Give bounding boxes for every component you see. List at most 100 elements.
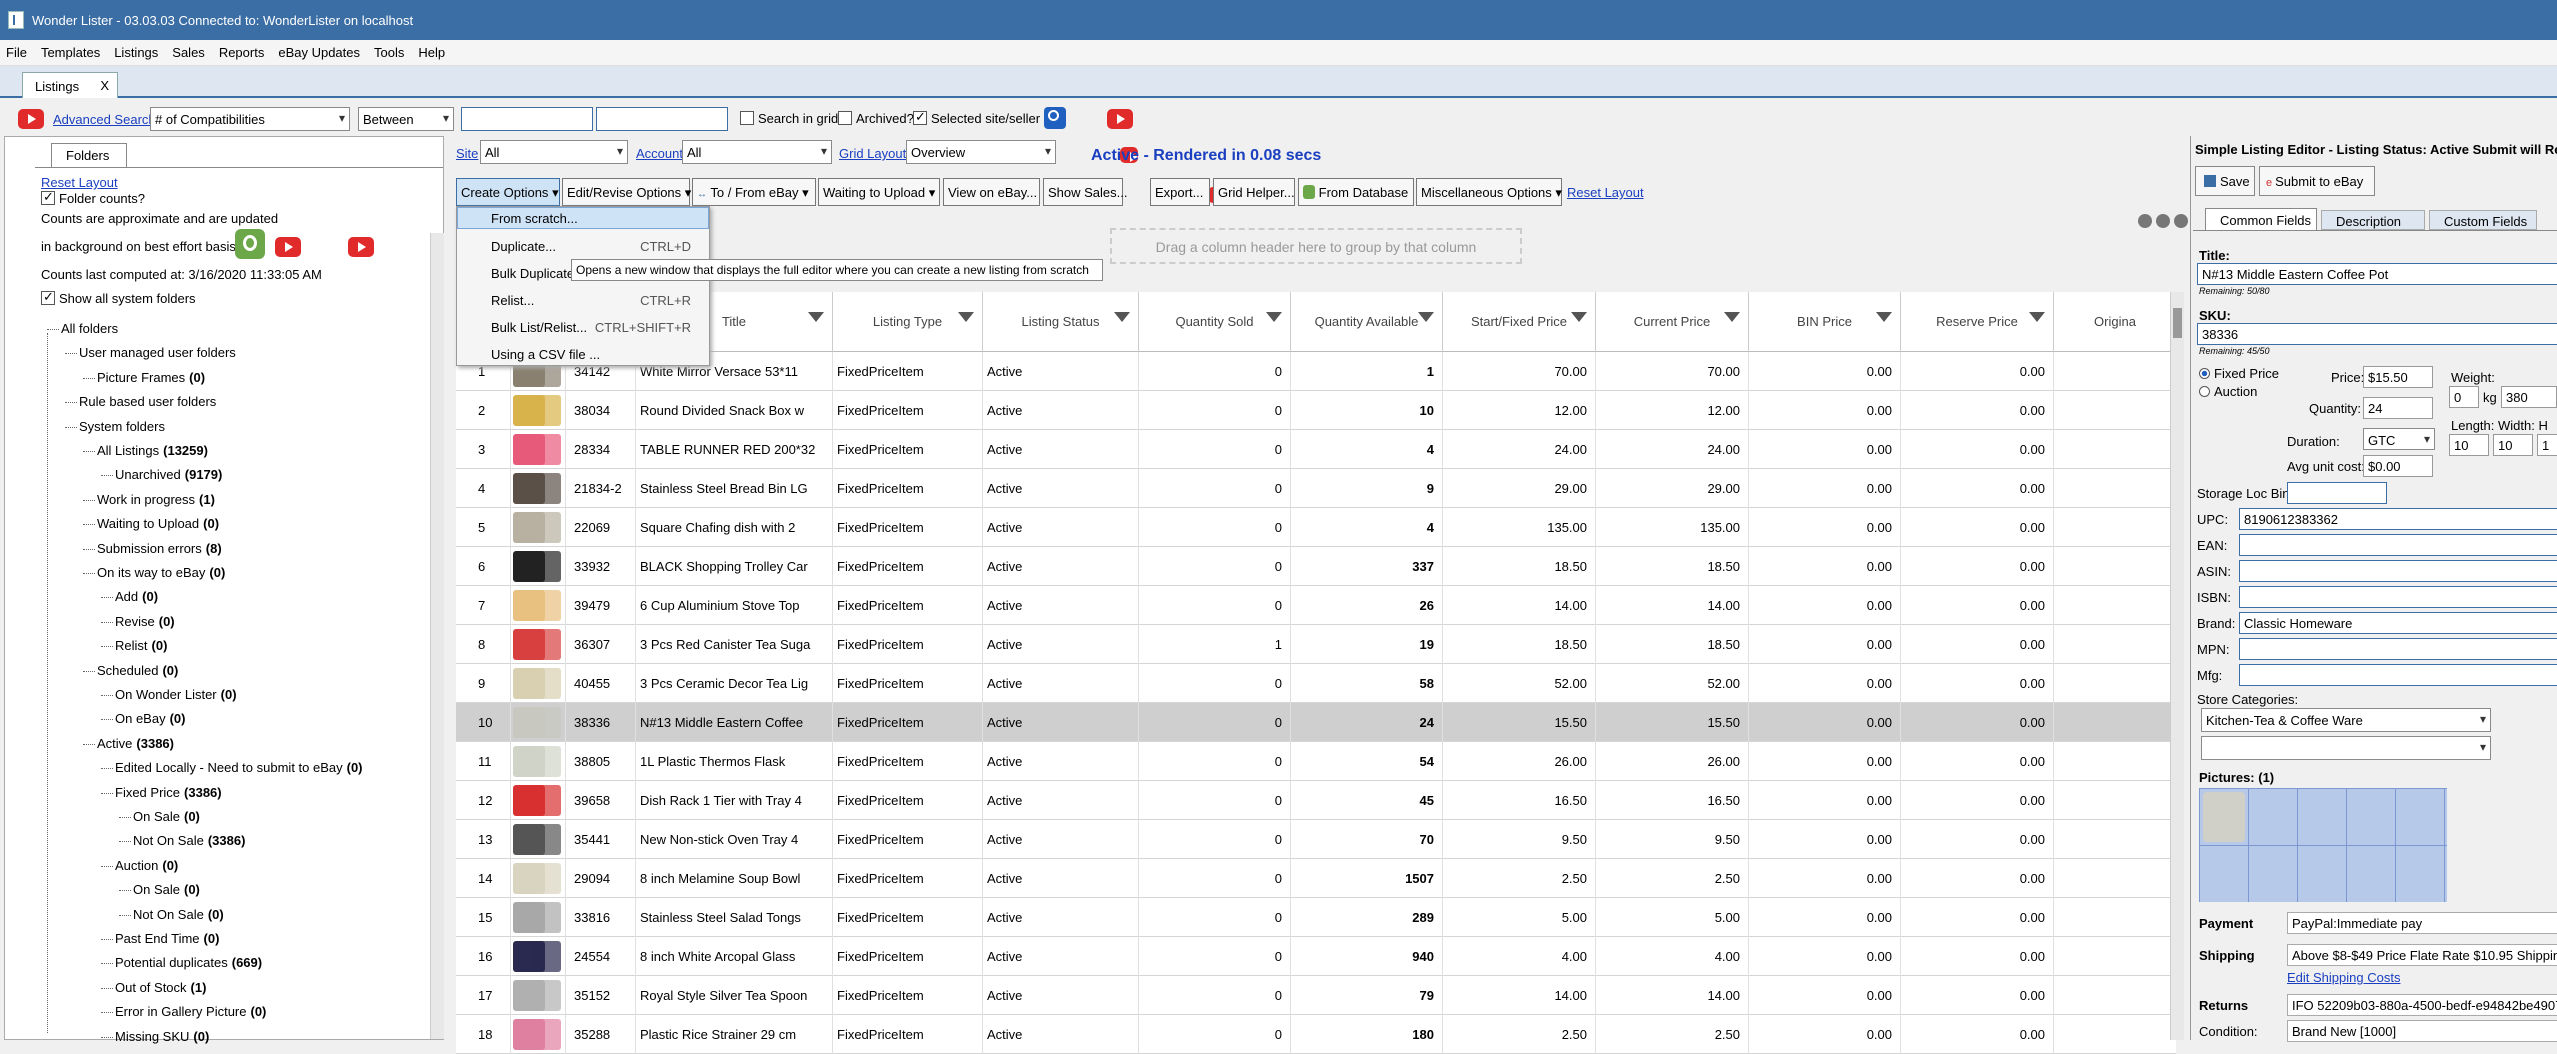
- tab-description[interactable]: Description: [2321, 210, 2425, 230]
- search-value-from-input[interactable]: [461, 107, 593, 131]
- width-input[interactable]: 10: [2493, 434, 2533, 456]
- filter-icon[interactable]: [1266, 312, 1282, 322]
- store-category-2-select[interactable]: [2201, 736, 2491, 760]
- folder-tree-item[interactable]: Potential duplicates (669): [115, 955, 262, 970]
- fixed-price-radio[interactable]: Fixed Price: [2199, 366, 2279, 381]
- height-input[interactable]: 1: [2537, 434, 2557, 456]
- folder-tree-item[interactable]: Add (0): [115, 589, 158, 604]
- column-header-reserve-price[interactable]: Reserve Price: [1901, 292, 2054, 352]
- search-button[interactable]: [1044, 107, 1066, 129]
- upc-input[interactable]: 8190612383362: [2239, 508, 2557, 530]
- payment-field[interactable]: PayPal:Immediate pay: [2287, 912, 2557, 934]
- length-input[interactable]: 10: [2449, 434, 2489, 456]
- table-row[interactable]: 9 40455 3 Pcs Ceramic Decor Tea Lig FixedPr…: [456, 664, 2176, 703]
- folder-tree-item[interactable]: All Listings (13259): [97, 443, 208, 458]
- table-row[interactable]: 2 38034 Round Divided Snack Box w FixedPric…: [456, 391, 2176, 430]
- folder-tree-item[interactable]: Out of Stock (1): [115, 980, 206, 995]
- account-link[interactable]: Account: [636, 146, 683, 161]
- folder-tree-item[interactable]: Revise (0): [115, 614, 175, 629]
- column-header-bin-price[interactable]: BIN Price: [1749, 292, 1901, 352]
- table-row[interactable]: 12 39658 Dish Rack 1 Tier with Tray 4 Fixed…: [456, 781, 2176, 820]
- column-header-quantity-sold[interactable]: Quantity Sold: [1139, 292, 1291, 352]
- folder-tree-item[interactable]: Error in Gallery Picture (0): [115, 1004, 266, 1019]
- group-by-drop-area[interactable]: Drag a column header here to group by th…: [1110, 228, 1522, 264]
- returns-field[interactable]: IFO 52209b03-880a-4500-bedf-e94842be4907: [2287, 994, 2557, 1016]
- table-row[interactable]: 18 35288 Plastic Rice Strainer 29 cm FixedP…: [456, 1015, 2176, 1054]
- asin-input[interactable]: [2239, 560, 2557, 582]
- folder-tree-item[interactable]: On Sale (0): [133, 882, 200, 897]
- tab-common-fields[interactable]: Common Fields: [2205, 208, 2317, 230]
- view-on-ebay-button[interactable]: View on eBay...: [943, 178, 1040, 206]
- account-select[interactable]: All: [682, 140, 832, 164]
- menu-templates[interactable]: Templates: [41, 45, 100, 60]
- folder-tree-item[interactable]: Waiting to Upload (0): [97, 516, 219, 531]
- filter-icon[interactable]: [2029, 312, 2045, 322]
- pictures-grid[interactable]: [2199, 788, 2447, 902]
- column-header-quantity-available[interactable]: Quantity Available: [1291, 292, 1443, 352]
- menu-file[interactable]: File: [6, 45, 27, 60]
- folder-tree-item[interactable]: On Sale (0): [133, 809, 200, 824]
- reset-layout-grid-link[interactable]: Reset Layout: [1567, 185, 1644, 200]
- ean-input[interactable]: [2239, 534, 2557, 556]
- folder-tree-item[interactable]: Scheduled (0): [97, 663, 178, 678]
- weight-kg-input[interactable]: 0: [2449, 386, 2479, 408]
- folders-scrollbar[interactable]: [430, 233, 444, 1039]
- filter-icon[interactable]: [808, 312, 824, 322]
- folder-tree-item[interactable]: Active (3386): [97, 736, 174, 751]
- table-row[interactable]: 8 36307 3 Pcs Red Canister Tea Suga FixedPr…: [456, 625, 2176, 664]
- search-value-to-input[interactable]: [596, 107, 728, 131]
- folder-tree-item[interactable]: User managed user folders: [79, 345, 240, 360]
- table-row[interactable]: 5 22069 Square Chafing dish with 2 FixedPri…: [456, 508, 2176, 547]
- column-header-listing-type[interactable]: Listing Type: [833, 292, 983, 352]
- advanced-search-link[interactable]: Advanced Search: [53, 112, 156, 127]
- brand-input[interactable]: Classic Homeware: [2239, 612, 2557, 634]
- folder-tree-item[interactable]: System folders: [79, 419, 169, 434]
- picture-thumbnail[interactable]: [2203, 792, 2245, 842]
- table-row[interactable]: 15 33816 Stainless Steel Salad Tongs FixedP…: [456, 898, 2176, 937]
- folder-tree-item[interactable]: Rule based user folders: [79, 394, 220, 409]
- folder-tree-item[interactable]: Not On Sale (0): [133, 907, 224, 922]
- filter-icon[interactable]: [1876, 312, 1892, 322]
- save-button[interactable]: Save: [2195, 166, 2255, 196]
- menu-item-csv[interactable]: Using a CSV file ...: [491, 347, 600, 362]
- submit-to-ebay-button[interactable]: e Submit to eBay: [2259, 166, 2375, 196]
- grid-scrollbar[interactable]: [2170, 292, 2184, 1040]
- miscellaneous-options-button[interactable]: Miscellaneous Options ▾: [1416, 178, 1562, 206]
- grid-layout-select[interactable]: Overview: [906, 140, 1056, 164]
- close-icon[interactable]: X: [100, 78, 109, 93]
- tab-folders[interactable]: Folders: [51, 143, 127, 167]
- grid-helper-button[interactable]: Grid Helper...: [1213, 178, 1295, 206]
- folder-tree-item[interactable]: Edited Locally - Need to submit to eBay(…: [115, 760, 363, 775]
- menu-listings[interactable]: Listings: [114, 45, 158, 60]
- refresh-counts-icon[interactable]: [235, 229, 265, 259]
- edit-shipping-costs-link[interactable]: Edit Shipping Costs: [2287, 970, 2400, 985]
- menu-tools[interactable]: Tools: [374, 45, 404, 60]
- table-row[interactable]: 3 28334 TABLE RUNNER RED 200*32 FixedPriceI…: [456, 430, 2176, 469]
- table-row[interactable]: 1 34142 White Mirror Versace 53*11 FixedPri…: [456, 352, 2176, 391]
- edit-revise-options-button[interactable]: Edit/Revise Options ▾: [562, 178, 691, 206]
- quantity-input[interactable]: 24: [2363, 397, 2433, 419]
- column-header-original[interactable]: Origina: [2054, 292, 2176, 352]
- filter-icon[interactable]: [958, 312, 974, 322]
- video-help-icon[interactable]: [18, 109, 44, 129]
- filter-icon[interactable]: [1114, 312, 1130, 322]
- folder-tree-item[interactable]: Work in progress (1): [97, 492, 215, 507]
- folder-tree-item[interactable]: Not On Sale (3386): [133, 833, 245, 848]
- menu-reports[interactable]: Reports: [219, 45, 265, 60]
- condition-field[interactable]: Brand New [1000]: [2287, 1020, 2557, 1042]
- folder-tree-item[interactable]: Relist (0): [115, 638, 167, 653]
- store-category-1-select[interactable]: Kitchen-Tea & Coffee Ware: [2201, 708, 2491, 732]
- create-options-button[interactable]: Create Options ▾: [456, 178, 560, 206]
- table-row[interactable]: 14 29094 8 inch Melamine Soup Bowl FixedPri…: [456, 859, 2176, 898]
- avg-unit-cost-input[interactable]: $0.00: [2363, 455, 2433, 477]
- table-row[interactable]: 16 24554 8 inch White Arcopal Glass FixedPr…: [456, 937, 2176, 976]
- menu-ebay-updates[interactable]: eBay Updates: [278, 45, 360, 60]
- column-header-start-price[interactable]: Start/Fixed Price: [1443, 292, 1596, 352]
- show-sales-button[interactable]: Show Sales...: [1043, 178, 1128, 206]
- shipping-field[interactable]: Above $8-$49 Price Flate Rate $10.95 Shi…: [2287, 944, 2557, 966]
- table-row[interactable]: 11 38805 1L Plastic Thermos Flask FixedPric…: [456, 742, 2176, 781]
- column-header-listing-status[interactable]: Listing Status: [983, 292, 1139, 352]
- storage-loc-input[interactable]: [2287, 482, 2387, 504]
- folder-counts-checkbox[interactable]: Folder counts?: [41, 189, 145, 206]
- sku-input[interactable]: 38336: [2197, 323, 2557, 345]
